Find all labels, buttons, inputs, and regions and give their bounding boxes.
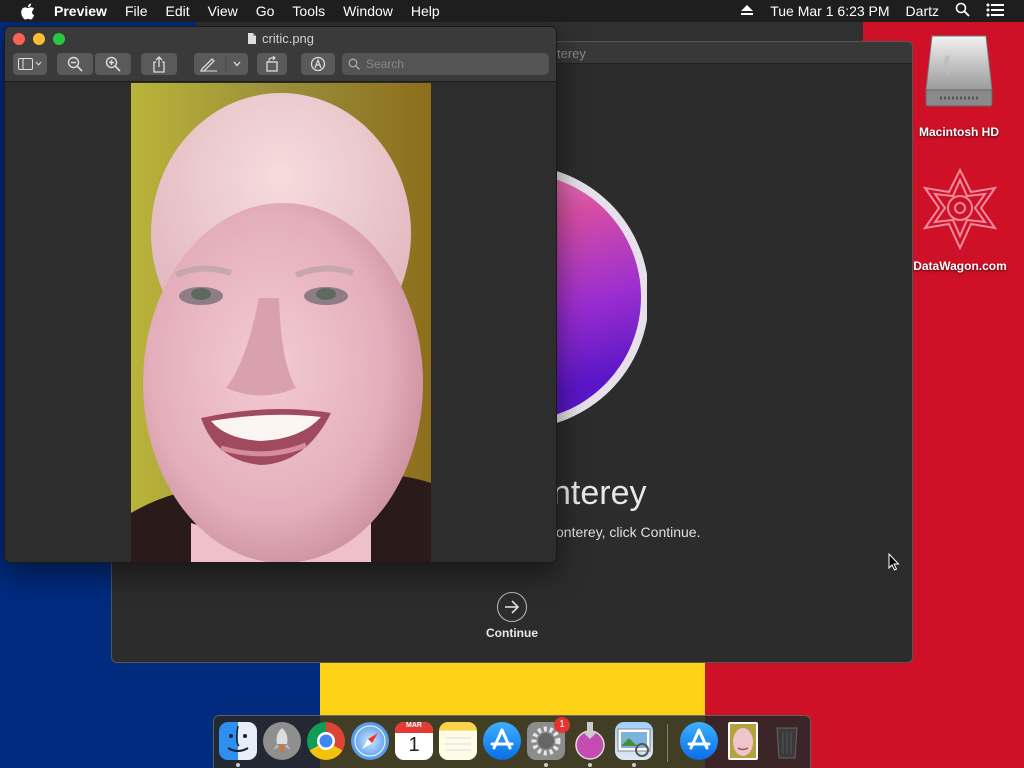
dock-chrome[interactable] [307, 722, 345, 760]
notes-icon [445, 737, 471, 751]
calendar-month: MAR [406, 722, 422, 729]
rotate-left-icon [266, 56, 278, 72]
preview-canvas[interactable] [5, 83, 556, 562]
installer-window-title: terey [557, 46, 586, 61]
menu-help[interactable]: Help [411, 3, 440, 19]
finder-icon [227, 725, 249, 752]
annotate-circle-a-icon [310, 56, 326, 72]
desktop-icon-label: Macintosh HD [918, 125, 999, 139]
dock-app-store[interactable] [483, 722, 521, 760]
markup-toolbar-button[interactable] [194, 53, 248, 75]
share-button[interactable] [141, 53, 177, 75]
sidebar-toggle-button[interactable] [13, 53, 47, 75]
running-indicator [588, 763, 592, 767]
app-store-icon [490, 728, 514, 750]
chrome-icon [317, 732, 335, 750]
document-icon [247, 32, 257, 48]
rotate-button[interactable] [257, 53, 287, 75]
zoom-out-icon [67, 56, 83, 72]
pen-markup-icon [199, 57, 241, 72]
menu-go[interactable]: Go [256, 3, 275, 19]
sidebar-icon [18, 58, 42, 70]
install-macos-monterey-icon [575, 722, 605, 760]
zoom-in-button[interactable] [95, 53, 131, 75]
menu-file[interactable]: File [125, 3, 148, 19]
trash-icon [776, 727, 798, 759]
dock-install-macos[interactable] [571, 722, 609, 760]
app-store-downloads-icon [687, 728, 711, 750]
dock: MAR 1 1 [213, 715, 811, 768]
eject-icon[interactable] [740, 3, 754, 19]
preview-window[interactable]: critic.png [4, 26, 557, 563]
search-icon [348, 58, 360, 70]
apple-menu-icon[interactable] [20, 3, 36, 20]
desktop-icon-datawagon[interactable]: DataWagon.com [910, 167, 1010, 273]
installer-subtitle: onterey, click Continue. [556, 524, 701, 540]
continue-label: Continue [486, 626, 538, 640]
dock-critic-image[interactable] [728, 722, 758, 760]
zoom-out-button[interactable] [57, 53, 93, 75]
face-photo-image[interactable] [131, 83, 431, 562]
clock[interactable]: Tue Mar 1 6:23 PM [770, 3, 889, 19]
dock-trash[interactable] [768, 722, 806, 760]
menu-tools[interactable]: Tools [292, 3, 325, 19]
menu-view[interactable]: View [208, 3, 238, 19]
mouse-cursor-icon [888, 553, 900, 571]
spotlight-search-icon[interactable] [955, 2, 970, 20]
preview-window-title: critic.png [5, 31, 556, 48]
menu-edit[interactable]: Edit [166, 3, 190, 19]
user-menu[interactable]: Dartz [906, 3, 939, 19]
critic-image-icon [730, 724, 756, 758]
preview-icon [617, 728, 651, 757]
dock-preview[interactable] [615, 722, 653, 760]
datawagon-logo-icon [922, 167, 998, 251]
desktop-icon-label: DataWagon.com [913, 259, 1007, 273]
dock-finder[interactable] [219, 722, 257, 760]
safari-icon [354, 725, 386, 757]
dock-safari[interactable] [351, 722, 389, 760]
share-icon [153, 55, 165, 73]
calendar-day: 1 [408, 734, 420, 756]
annotate-button[interactable] [301, 53, 335, 75]
running-indicator [632, 763, 636, 767]
preview-search-field[interactable] [342, 53, 549, 75]
running-indicator [544, 763, 548, 767]
preview-toolbar: critic.png [5, 27, 556, 82]
notification-center-icon[interactable] [986, 3, 1004, 20]
menu-app-preview[interactable]: Preview [54, 3, 107, 19]
dock-downloads-stack[interactable] [680, 722, 718, 760]
zoom-in-icon [105, 56, 121, 72]
installer-heading: nterey [552, 474, 647, 512]
continue-button[interactable]: Continue [472, 592, 552, 640]
dock-launchpad[interactable] [263, 722, 301, 760]
notification-badge: 1 [554, 717, 570, 733]
search-input[interactable] [366, 57, 526, 71]
dock-system-preferences[interactable]: 1 [527, 717, 570, 760]
hard-drive-icon [925, 35, 993, 107]
desktop-icon-macintosh-hd[interactable]: Macintosh HD [909, 30, 1009, 139]
dock-separator [667, 724, 668, 762]
arrow-right-circle-icon [497, 592, 527, 622]
running-indicator [236, 763, 240, 767]
menu-bar: Preview File Edit View Go Tools Window H… [0, 0, 1024, 22]
launchpad-icon [273, 728, 291, 754]
preview-file-name: critic.png [261, 31, 315, 46]
dock-notes[interactable] [439, 722, 477, 760]
dock-calendar[interactable]: MAR 1 [395, 722, 433, 760]
menu-window[interactable]: Window [343, 3, 393, 19]
